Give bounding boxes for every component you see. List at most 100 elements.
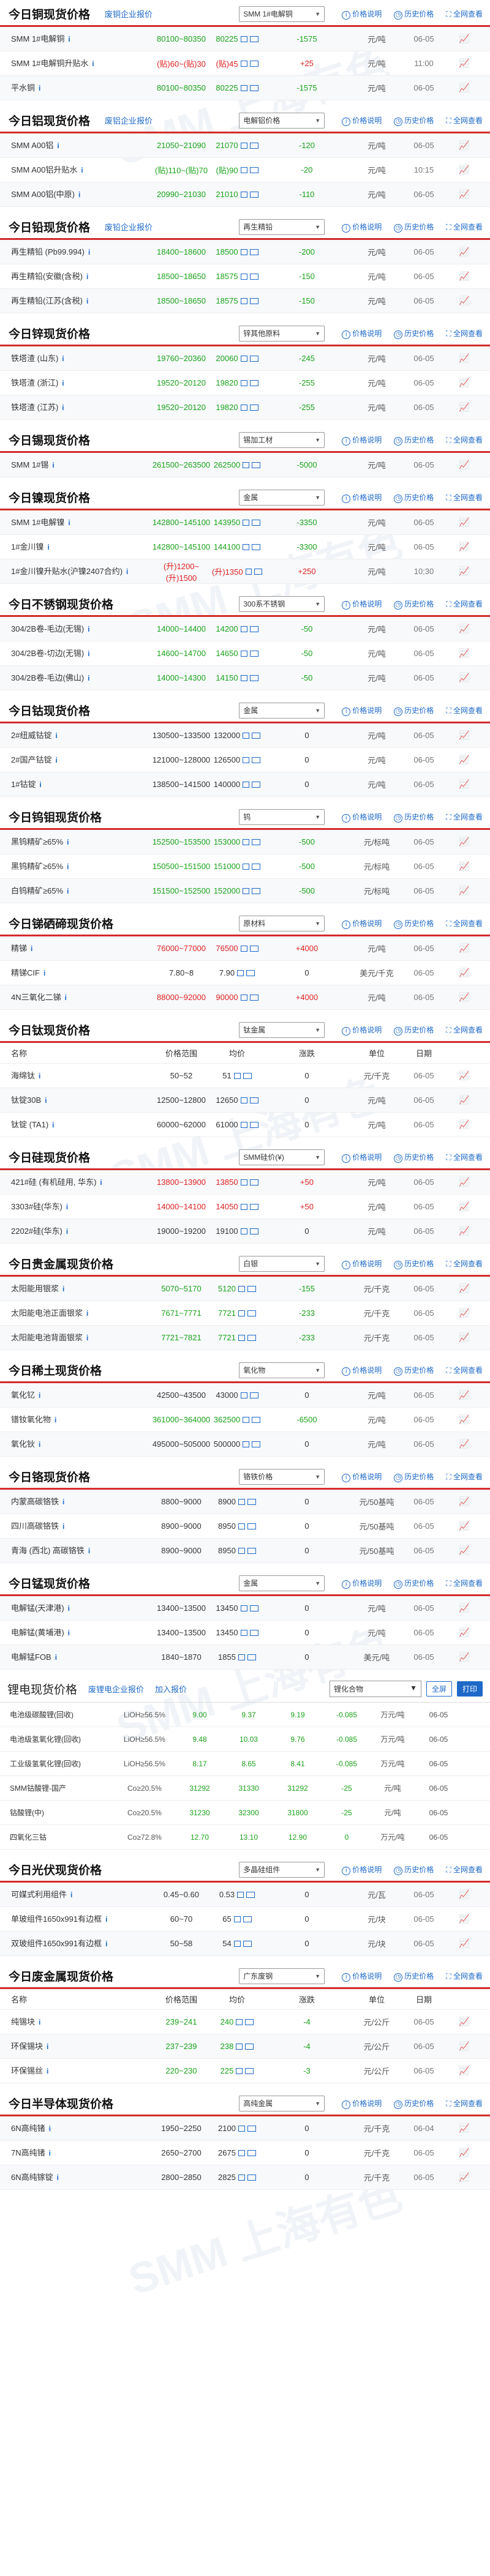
trend-chart-icon[interactable]: 📈	[446, 460, 483, 470]
mail-icon[interactable]	[254, 568, 262, 575]
table-row[interactable]: 内蒙高碳铬铁 i 8800~9000 8900 0 元/50基吨 06-05 📈	[0, 1490, 490, 1514]
table-row[interactable]: SMM A00铝 i 21050~21090 21070 -120 元/吨 06-05 📈	[0, 133, 490, 158]
trend-chart-icon[interactable]: 📈	[446, 1439, 483, 1449]
info-icon[interactable]: i	[55, 1416, 56, 1424]
info-icon[interactable]: i	[57, 141, 59, 150]
chart-mini-icon[interactable]	[240, 355, 247, 362]
chart-mini-icon[interactable]	[238, 1654, 245, 1660]
table-row[interactable]: 304/2B卷-毛边(佛山) i 14000~14300 14150 -50 元/吨 06-…	[0, 666, 490, 690]
table-row[interactable]: 铁塔渣 (江苏) i 19520~20120 19820 -255 元/吨 06-05 📈	[0, 395, 490, 420]
mail-icon[interactable]	[249, 945, 258, 952]
mail-icon[interactable]	[249, 142, 258, 149]
full-view-link[interactable]: ⛶ 全网查看	[440, 2098, 483, 2108]
info-icon[interactable]: i	[86, 297, 88, 305]
info-icon[interactable]: i	[62, 403, 64, 412]
table-row[interactable]: 铁塔渣 (浙江) i 19520~20120 19820 -255 元/吨 06-05 📈	[0, 371, 490, 395]
info-icon[interactable]: i	[68, 35, 70, 43]
mail-icon[interactable]	[247, 2125, 256, 2132]
info-icon[interactable]: i	[62, 1498, 64, 1506]
trend-chart-icon[interactable]: 📈	[446, 837, 483, 847]
chart-mini-icon[interactable]	[240, 1203, 247, 1210]
chart-mini-icon[interactable]	[240, 142, 247, 149]
chart-mini-icon[interactable]	[236, 2043, 243, 2050]
chart-mini-icon[interactable]	[238, 1285, 245, 1292]
copper-category-select[interactable]: SMM 1#电解铜 ▼	[239, 6, 325, 22]
chart-mini-icon[interactable]	[243, 519, 250, 526]
info-icon[interactable]: i	[78, 190, 80, 199]
info-icon[interactable]: i	[67, 862, 69, 871]
chart-mini-icon[interactable]	[237, 969, 244, 976]
info-icon[interactable]: i	[66, 1203, 68, 1211]
price-note-link[interactable]: i 价格说明	[336, 222, 382, 233]
trend-chart-icon[interactable]: 📈	[446, 165, 483, 175]
table-row[interactable]: 电解锰FOB i 1840~1870 1855 0 美元/吨 06-05 📈	[0, 1645, 490, 1670]
price-note-link[interactable]: i 价格说明	[336, 599, 382, 610]
mail-icon[interactable]	[249, 60, 258, 67]
info-icon[interactable]: i	[47, 2067, 48, 2075]
price-note-link[interactable]: i 价格说明	[336, 492, 382, 503]
chrome-category-select[interactable]: 铬铁价格 ▼	[239, 1468, 325, 1485]
price-note-link[interactable]: i 价格说明	[336, 918, 382, 929]
table-row[interactable]: 纯锡块 i 239~241 240 -4 元/公斤 06-05 📈	[0, 2010, 490, 2034]
trend-chart-icon[interactable]: 📈	[446, 1889, 483, 1900]
full-view-link[interactable]: ⛶ 全网查看	[440, 1365, 483, 1375]
mail-icon[interactable]	[249, 1228, 258, 1234]
history-price-link[interactable]: ◷ 历史价格	[388, 222, 434, 233]
table-row[interactable]: SMM A00铝(中原) i 20990~21030 21010 -110 元/吨 06-0…	[0, 182, 490, 207]
info-icon[interactable]: i	[45, 1096, 47, 1105]
chart-mini-icon[interactable]	[243, 863, 250, 870]
price-note-link[interactable]: i 价格说明	[336, 2098, 382, 2109]
info-icon[interactable]: i	[88, 248, 90, 256]
trend-chart-icon[interactable]: 📈	[446, 673, 483, 683]
trend-chart-icon[interactable]: 📈	[446, 2066, 483, 2076]
trend-chart-icon[interactable]: 📈	[446, 730, 483, 741]
tungsten-category-select[interactable]: 钨 ▼	[239, 808, 325, 825]
mail-icon[interactable]	[249, 674, 258, 681]
mail-icon[interactable]	[252, 756, 261, 763]
table-row[interactable]: 2#纽威钴锭 i 130500~133500 132000 0 元/吨 06-05 📈	[0, 723, 490, 748]
chart-mini-icon[interactable]	[236, 2067, 243, 2074]
lithium-link-0[interactable]: 废锂电企业报价	[88, 1683, 144, 1695]
chart-mini-icon[interactable]	[240, 1179, 247, 1185]
info-icon[interactable]: i	[39, 84, 40, 92]
price-note-link[interactable]: i 价格说明	[336, 705, 382, 716]
mail-icon[interactable]	[246, 969, 255, 976]
trend-chart-icon[interactable]: 📈	[446, 1226, 483, 1236]
info-icon[interactable]: i	[88, 1547, 90, 1555]
chart-mini-icon[interactable]	[240, 674, 247, 681]
chart-mini-icon[interactable]	[243, 543, 250, 550]
table-row[interactable]: 四氧化三钴 Co≥72.8% 12.70 13.10 12.90 0 万元/吨 06-05	[0, 1825, 490, 1850]
trend-chart-icon[interactable]: 📈	[446, 2017, 483, 2027]
mail-icon[interactable]	[249, 1179, 258, 1185]
mail-icon[interactable]	[249, 166, 258, 173]
mail-icon[interactable]	[245, 2043, 254, 2050]
info-icon[interactable]: i	[88, 625, 89, 633]
table-row[interactable]: 钴酸锂(中) Co≥20.5% 31230 32300 31800 -25 元/吨 06-05	[0, 1801, 490, 1825]
history-price-link[interactable]: ◷ 历史价格	[388, 1578, 434, 1589]
full-view-link[interactable]: ⛶ 全网查看	[440, 1864, 483, 1875]
chart-mini-icon[interactable]	[243, 887, 250, 894]
table-row[interactable]: 1#金川镍 i 142800~145100 144100 -3300 元/吨 06-05 📈	[0, 535, 490, 559]
mail-icon[interactable]	[249, 1097, 258, 1103]
trend-chart-icon[interactable]: 📈	[446, 247, 483, 257]
full-view-link[interactable]: ⛶ 全网查看	[440, 812, 483, 822]
mail-icon[interactable]	[249, 404, 258, 411]
table-row[interactable]: 太阳能电池正面银浆 i 7671~7771 7721 -233 元/千克 06-05 📈	[0, 1301, 490, 1326]
table-row[interactable]: 精锑 i 76000~77000 76500 +4000 元/吨 06-05 📈	[0, 936, 490, 961]
price-note-link[interactable]: i 价格说明	[336, 1971, 382, 1982]
info-icon[interactable]: i	[126, 567, 128, 576]
mail-icon[interactable]	[252, 887, 261, 894]
mail-icon[interactable]	[249, 1203, 258, 1210]
mail-icon[interactable]	[243, 1072, 252, 1079]
history-price-link[interactable]: ◷ 历史价格	[388, 705, 434, 716]
zinc-category-select[interactable]: 锌其他原料 ▼	[239, 325, 325, 342]
trend-chart-icon[interactable]: 📈	[446, 1095, 483, 1105]
trend-chart-icon[interactable]: 📈	[446, 755, 483, 765]
info-icon[interactable]: i	[88, 674, 89, 682]
full-view-link[interactable]: ⛶ 全网查看	[440, 918, 483, 928]
chart-mini-icon[interactable]	[240, 60, 247, 67]
table-row[interactable]: SMM 1#电解铜升贴水 i (贴)60~(贴)30 (贴)45 +25 元/吨 11:00…	[0, 51, 490, 76]
chart-mini-icon[interactable]	[238, 1334, 245, 1341]
price-note-link[interactable]: i 价格说明	[336, 1365, 382, 1376]
mail-icon[interactable]	[249, 297, 258, 304]
